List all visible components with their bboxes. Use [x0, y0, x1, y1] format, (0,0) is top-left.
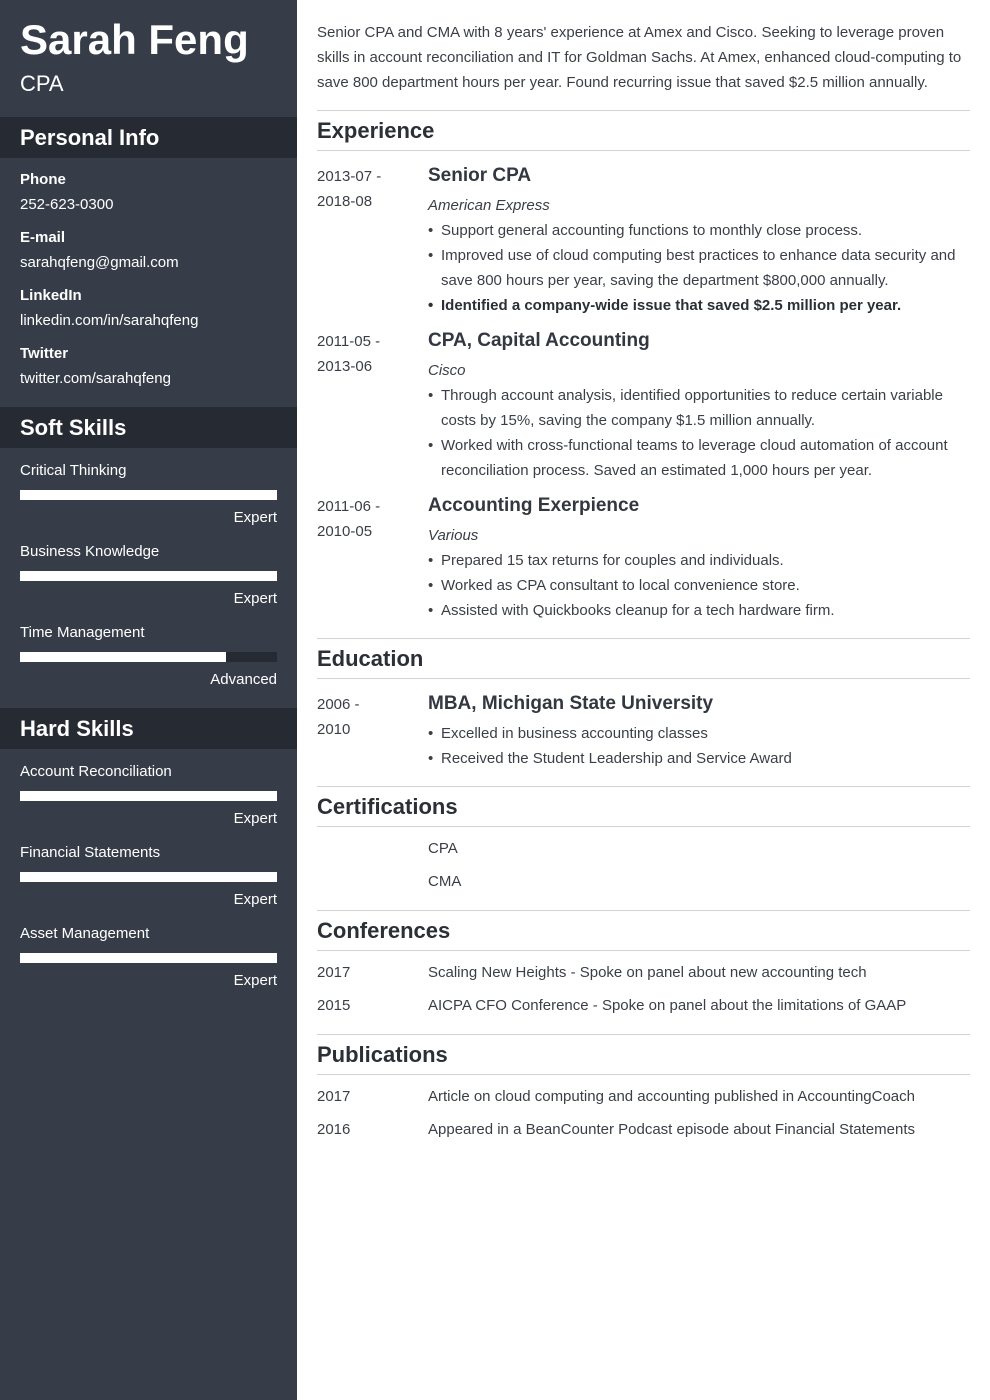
- section-divider: [317, 950, 970, 951]
- skill-name: Asset Management: [20, 925, 150, 942]
- profile-summary: Senior CPA and CMA with 8 years' experie…: [317, 24, 962, 91]
- skill-item: Time Management Advanced: [20, 623, 277, 704]
- skill-bar: [20, 490, 277, 500]
- publication-year: 2017: [317, 1088, 351, 1105]
- skill-bar-fill: [20, 953, 277, 963]
- candidate-title: CPA: [20, 71, 64, 96]
- conference-year: 2017: [317, 964, 351, 981]
- skill-bar-fill: [20, 872, 277, 882]
- skill-name: Financial Statements: [20, 844, 161, 861]
- candidate-name: Sarah Feng: [20, 16, 249, 63]
- section-divider: [317, 826, 970, 827]
- skill-item: Financial Statements Expert: [20, 843, 277, 924]
- job-bullets: Through account analysis, identified opp…: [428, 383, 970, 483]
- job-bullet: Prepared 15 tax returns for couples and …: [428, 548, 970, 573]
- education-date-end: 2010: [317, 721, 351, 738]
- education-date-start: 2006 -: [317, 696, 360, 713]
- education-heading: Education: [317, 646, 424, 671]
- skill-level: Expert: [233, 891, 277, 908]
- skill-bar-fill: [20, 490, 277, 500]
- job-date-start: 2013-07 -: [317, 168, 382, 185]
- job-bullet: Support general accounting functions to …: [428, 218, 970, 243]
- section-divider: [317, 1034, 970, 1035]
- skill-name: Business Knowledge: [20, 543, 160, 560]
- publication-text: Article on cloud computing and accountin…: [428, 1088, 915, 1105]
- skill-item: Asset Management Expert: [20, 924, 277, 1005]
- section-divider: [317, 150, 970, 151]
- job-company: Various: [428, 527, 479, 544]
- section-divider: [317, 110, 970, 111]
- certifications-heading: Certifications: [317, 794, 458, 819]
- skill-bar: [20, 791, 277, 801]
- skill-level: Expert: [233, 972, 277, 989]
- job-date-end: 2010-05: [317, 523, 373, 540]
- conference-text: AICPA CFO Conference - Spoke on panel ab…: [428, 997, 907, 1014]
- skill-level: Advanced: [210, 671, 277, 688]
- section-divider: [317, 678, 970, 679]
- skill-level: Expert: [233, 590, 277, 607]
- job-date-end: 2018-08: [317, 193, 373, 210]
- job-bullets: Support general accounting functions to …: [428, 218, 970, 318]
- conference-year: 2015: [317, 997, 351, 1014]
- education-bullet: Received the Student Leadership and Serv…: [428, 746, 970, 771]
- job-title: Accounting Exerpience: [428, 495, 640, 516]
- education-bullet: Excelled in business accounting classes: [428, 721, 970, 746]
- conference-text: Scaling New Heights - Spoke on panel abo…: [428, 964, 867, 981]
- skill-level: Expert: [233, 810, 277, 827]
- linkedin-value[interactable]: linkedin.com/in/sarahqfeng: [20, 311, 198, 331]
- skill-bar: [20, 872, 277, 882]
- section-divider: [317, 1074, 970, 1075]
- education-degree: MBA, Michigan State University: [428, 693, 714, 714]
- job-date-start: 2011-06 -: [317, 498, 381, 515]
- job-bullet: Worked as CPA consultant to local conven…: [428, 573, 970, 598]
- job-date-end: 2013-06: [317, 358, 373, 375]
- skill-bar-fill: [20, 652, 226, 662]
- skill-bar: [20, 652, 277, 662]
- phone-label: Phone: [20, 171, 66, 188]
- personal-info-heading: Personal Info: [0, 117, 297, 158]
- skill-name: Account Reconciliation: [20, 763, 172, 780]
- skill-name: Critical Thinking: [20, 462, 127, 479]
- education-bullets: Excelled in business accounting classes …: [428, 721, 970, 771]
- job-bullet: Identified a company-wide issue that sav…: [428, 293, 970, 318]
- skill-item: Account Reconciliation Expert: [20, 762, 277, 843]
- job-company: American Express: [428, 197, 550, 214]
- hard-skills-heading: Hard Skills: [0, 708, 297, 749]
- section-divider: [317, 638, 970, 639]
- twitter-value[interactable]: twitter.com/sarahqfeng: [20, 369, 171, 389]
- publication-text: Appeared in a BeanCounter Podcast episod…: [428, 1121, 915, 1138]
- skill-level: Expert: [233, 509, 277, 526]
- publications-heading: Publications: [317, 1042, 448, 1067]
- job-bullet: Worked with cross-functional teams to le…: [428, 433, 970, 483]
- job-bullet: Through account analysis, identified opp…: [428, 383, 970, 433]
- experience-heading: Experience: [317, 118, 435, 143]
- certification-item: CPA: [428, 840, 458, 857]
- phone-value: 252-623-0300: [20, 196, 114, 213]
- job-company: Cisco: [428, 362, 466, 379]
- job-date-start: 2011-05 -: [317, 333, 381, 350]
- email-label: E-mail: [20, 229, 66, 246]
- job-bullet: Improved use of cloud computing best pra…: [428, 243, 970, 293]
- skill-bar-fill: [20, 571, 277, 581]
- skill-bar-fill: [20, 791, 277, 801]
- email-value[interactable]: sarahqfeng@gmail.com: [20, 253, 179, 273]
- publication-year: 2016: [317, 1121, 351, 1138]
- soft-skills-heading: Soft Skills: [0, 407, 297, 448]
- job-bullets: Prepared 15 tax returns for couples and …: [428, 548, 970, 623]
- linkedin-label: LinkedIn: [20, 287, 82, 304]
- job-title: Senior CPA: [428, 165, 532, 186]
- twitter-label: Twitter: [20, 345, 69, 362]
- sidebar: Sarah Feng CPA Personal Info Phone 252-6…: [0, 0, 297, 1400]
- skill-item: Critical Thinking Expert: [20, 461, 277, 542]
- skill-name: Time Management: [20, 624, 145, 641]
- certification-item: CMA: [428, 873, 462, 890]
- job-title: CPA, Capital Accounting: [428, 330, 650, 351]
- conferences-heading: Conferences: [317, 918, 451, 943]
- skill-bar: [20, 571, 277, 581]
- section-divider: [317, 786, 970, 787]
- skill-item: Business Knowledge Expert: [20, 542, 277, 623]
- section-divider: [317, 910, 970, 911]
- skill-bar: [20, 953, 277, 963]
- job-bullet: Assisted with Quickbooks cleanup for a t…: [428, 598, 970, 623]
